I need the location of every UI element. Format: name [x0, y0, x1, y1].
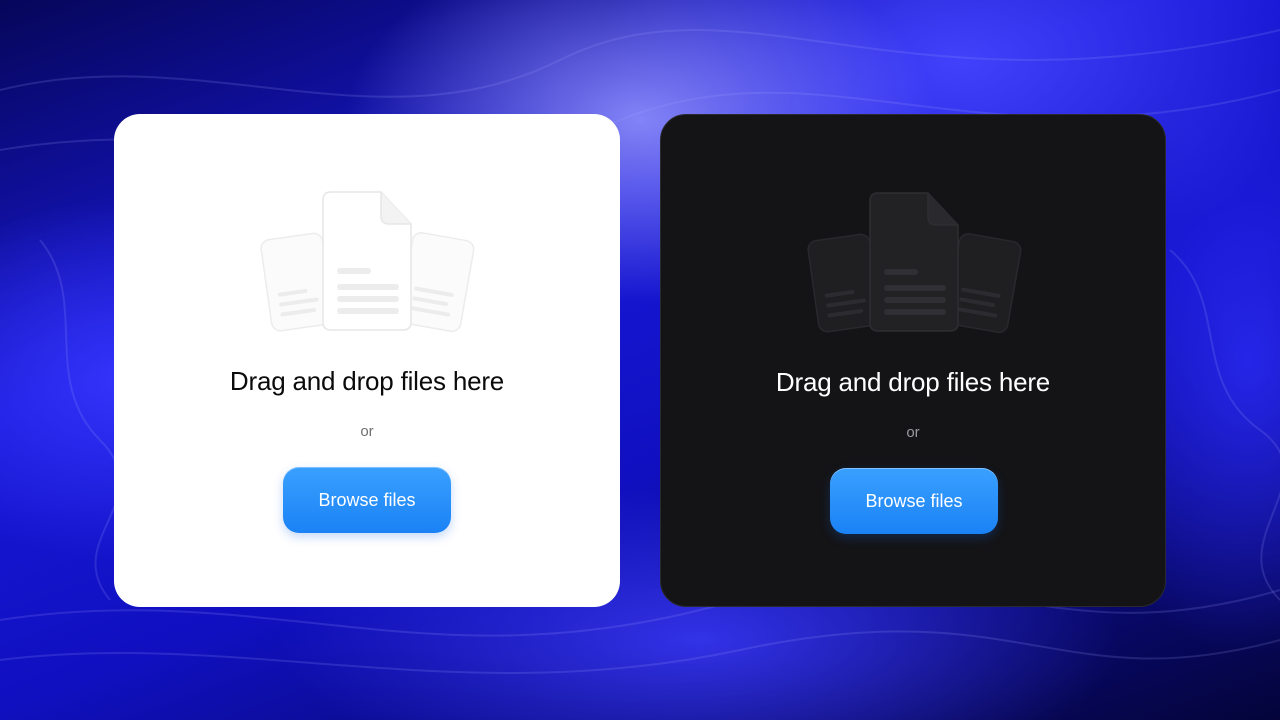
drop-zone-title: Drag and drop files here [775, 367, 1051, 397]
drop-zone-title: Drag and drop files here [229, 366, 505, 396]
separator-text: or [360, 423, 374, 440]
upload-card-light[interactable]: Drag and drop files here or Browse files [114, 114, 620, 607]
upload-card-dark[interactable]: Drag and drop files here or Browse files [660, 114, 1166, 607]
stacked-documents-icon [807, 192, 1022, 334]
browse-files-button[interactable]: Browse files [283, 467, 451, 533]
browse-files-button[interactable]: Browse files [830, 468, 998, 534]
separator-text: or [906, 424, 920, 441]
stacked-documents-icon [260, 191, 475, 333]
